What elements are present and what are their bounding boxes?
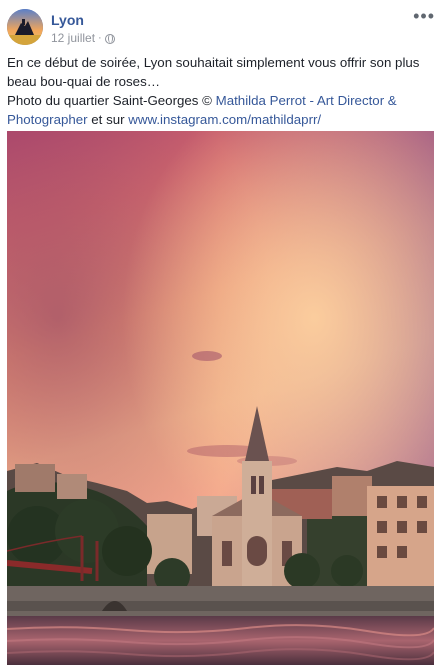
- post-photo[interactable]: [7, 131, 434, 665]
- facebook-post: Lyon 12 juillet · ••• En ce début de soi…: [0, 0, 443, 668]
- post-header: Lyon 12 juillet · •••: [7, 7, 437, 47]
- post-meta: 12 juillet ·: [51, 31, 115, 45]
- credit-prefix: Photo du quartier Saint-Georges ©: [7, 93, 216, 108]
- credit-connector: et sur: [87, 112, 129, 127]
- globe-icon[interactable]: [104, 34, 115, 44]
- avatar-image: [7, 9, 43, 45]
- page-name-link[interactable]: Lyon: [51, 12, 84, 28]
- post-message: En ce début de soirée, Lyon souhaitait s…: [7, 55, 420, 89]
- meta-separator: ·: [98, 32, 102, 44]
- post-text: En ce début de soirée, Lyon souhaitait s…: [7, 53, 437, 129]
- post-date[interactable]: 12 juillet: [51, 31, 95, 45]
- sunset-photo: [7, 131, 434, 665]
- page-avatar[interactable]: [7, 9, 43, 45]
- more-options-icon[interactable]: •••: [413, 7, 435, 25]
- instagram-link[interactable]: www.instagram.com/mathildaprr/: [128, 112, 321, 127]
